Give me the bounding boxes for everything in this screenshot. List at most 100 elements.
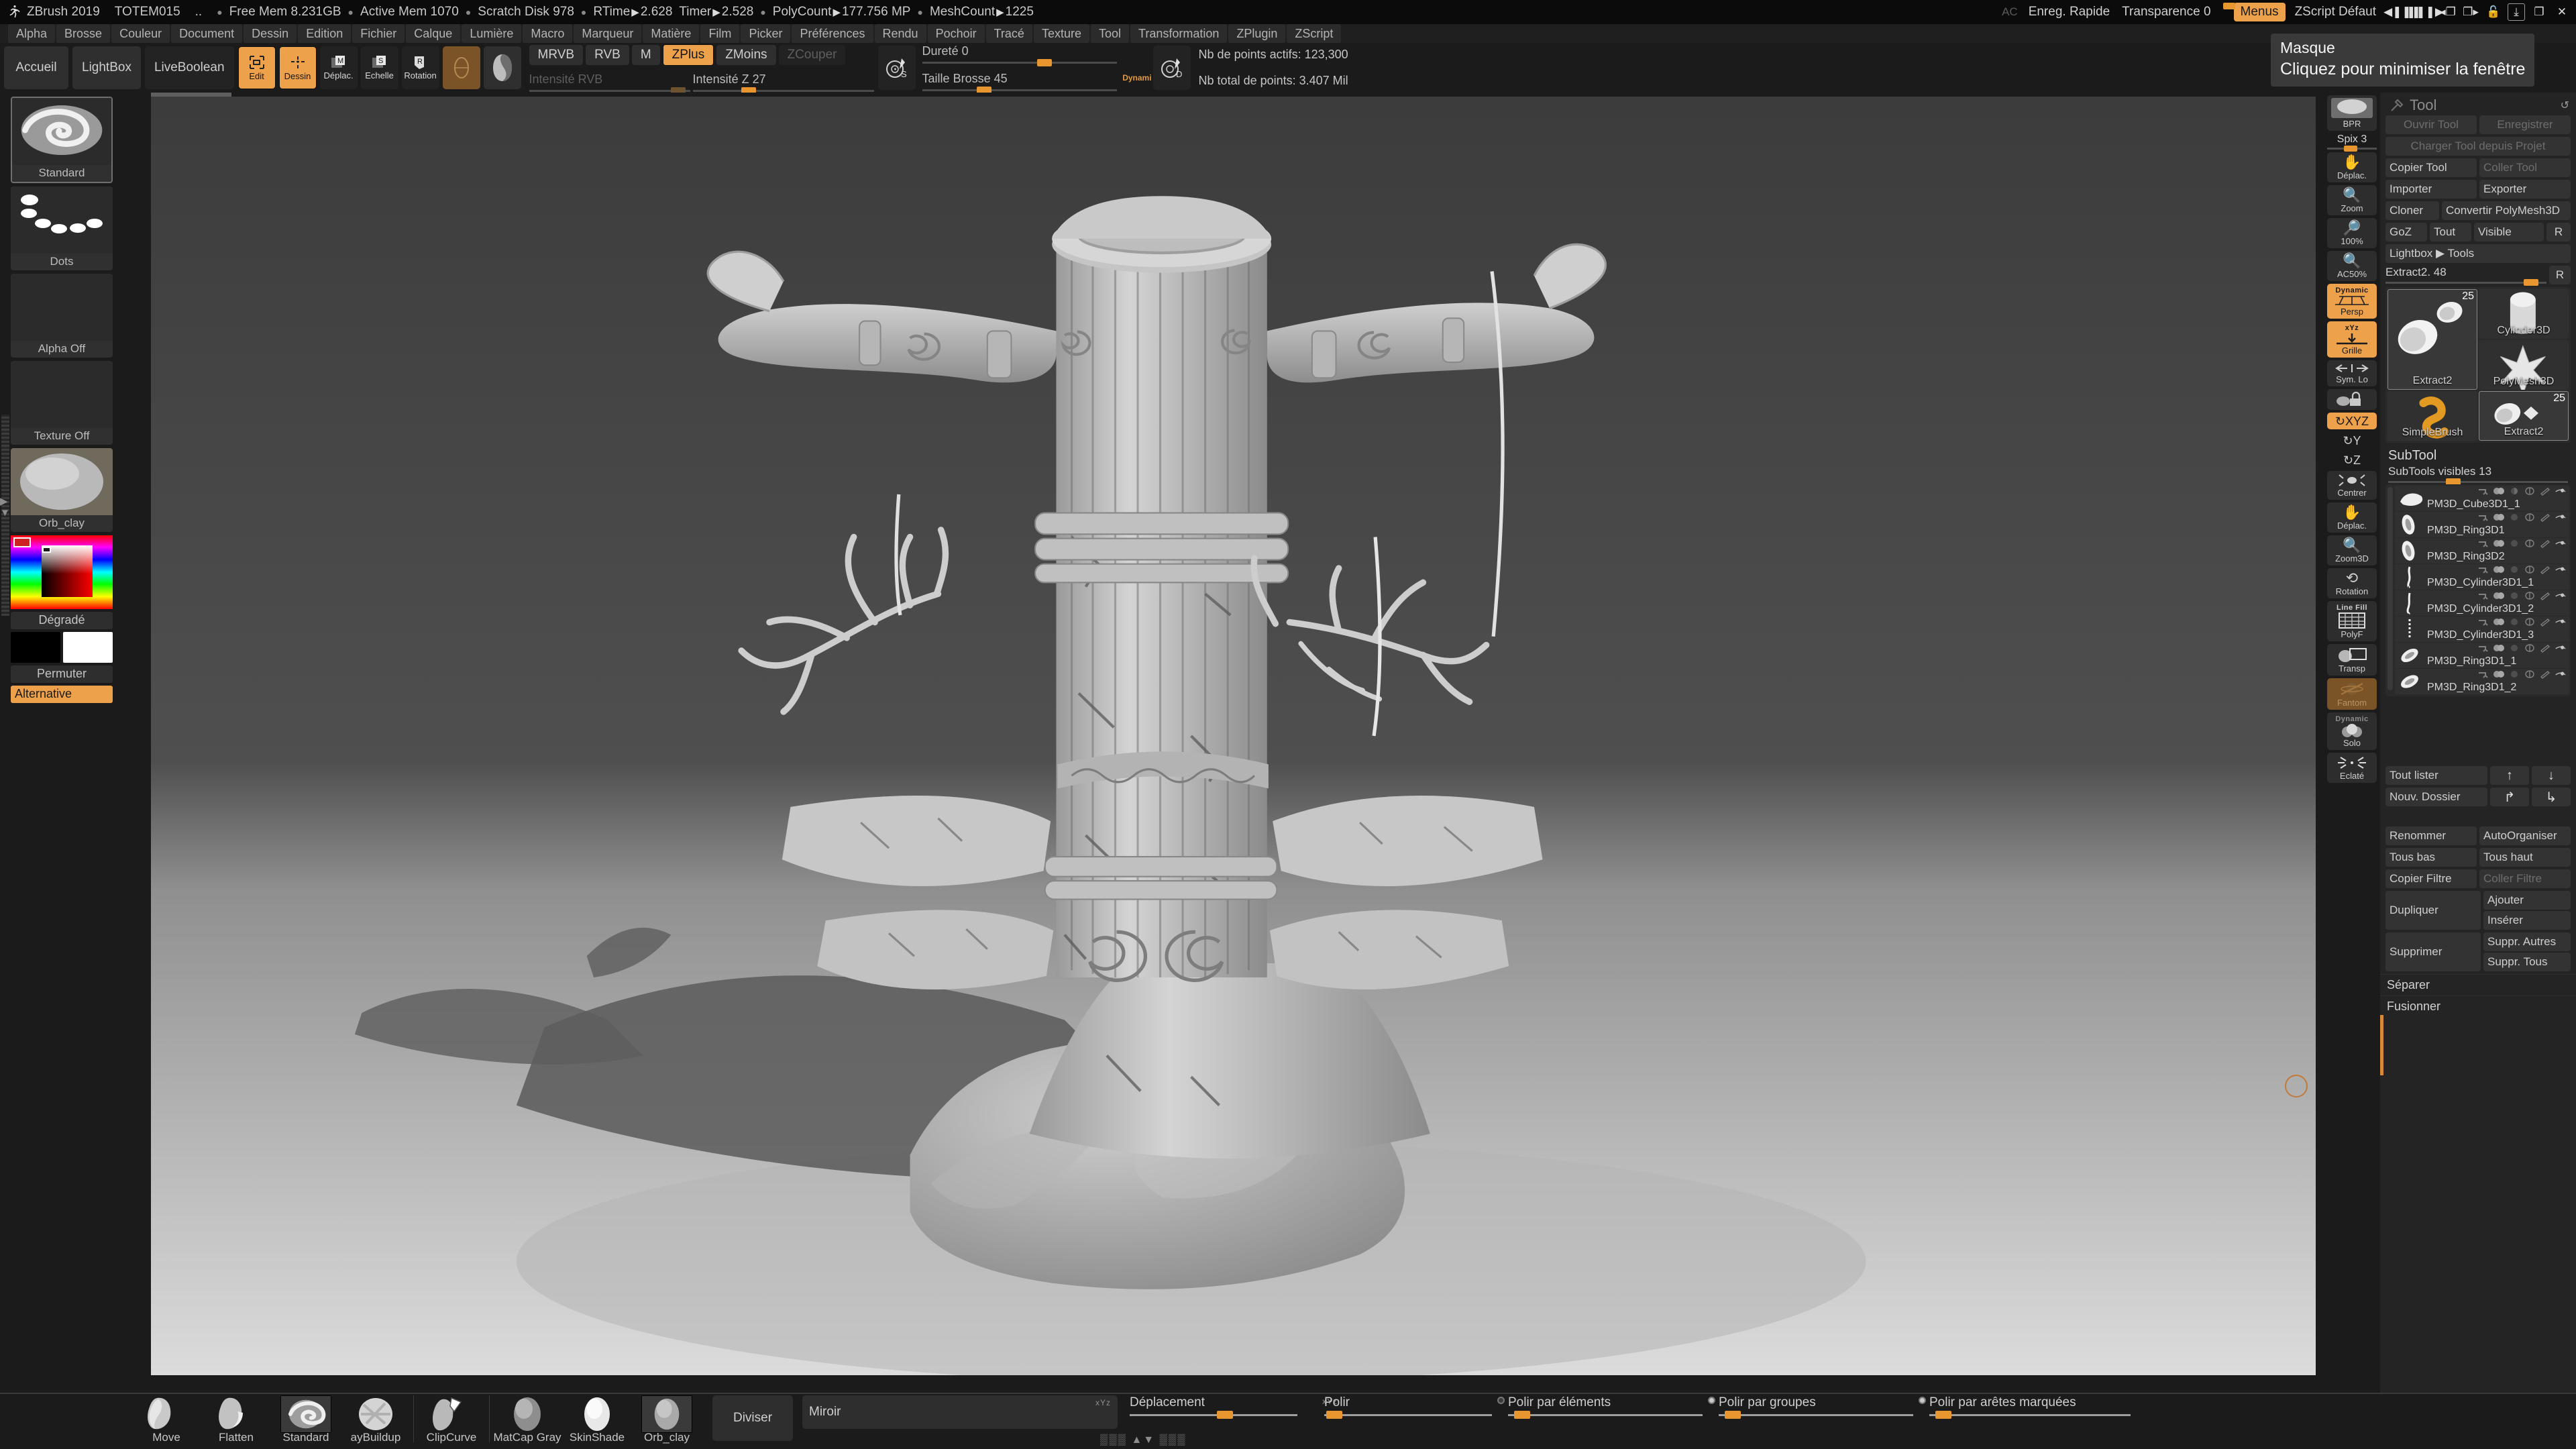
subtool-row[interactable]: PM3D_Ring3D1 — [2395, 512, 2569, 537]
menu-trace[interactable]: Tracé — [985, 24, 1032, 43]
subtool-shade-icon[interactable] — [2508, 592, 2520, 600]
subtool-row-icons[interactable] — [2477, 566, 2567, 574]
subtool-row[interactable]: PM3D_Ring3D1_2 — [2395, 669, 2569, 694]
subtool-row[interactable]: PM3D_Cylinder3D1_2 — [2395, 590, 2569, 616]
extract-slider-knob[interactable] — [2524, 279, 2539, 286]
subtool-shade-icon[interactable] — [2508, 670, 2520, 679]
extract-slider-track[interactable] — [2385, 279, 2546, 286]
menu-document[interactable]: Document — [171, 24, 243, 43]
subtool-half-icon[interactable] — [2524, 618, 2536, 627]
viewport-canvas[interactable] — [151, 97, 2316, 1375]
center-button[interactable]: Centrer — [2327, 471, 2377, 500]
menu-couleur[interactable]: Couleur — [111, 24, 170, 43]
subtool-arrow-icon[interactable] — [2477, 592, 2489, 600]
polish-by-features-slider[interactable]: Polir par éléments — [1497, 1395, 1703, 1419]
subtool-shade-icon[interactable] — [2508, 566, 2520, 574]
subtool-row[interactable]: PM3D_Cube3D1_1 — [2395, 486, 2569, 511]
ghost-button[interactable]: Fantom — [2327, 678, 2377, 710]
mirror-axis-tag[interactable]: xYz — [1095, 1398, 1111, 1407]
material-cell[interactable]: Orb_clay — [11, 448, 113, 532]
menu-zplugin[interactable]: ZPlugin — [1228, 24, 1286, 43]
gradient-button[interactable]: Dégradé — [11, 612, 113, 629]
polish-edges-track[interactable] — [1929, 1411, 2131, 1419]
polish-groups-knob[interactable] — [1724, 1411, 1741, 1419]
subtool-eye-icon[interactable] — [2555, 566, 2567, 574]
subtool-paint-icon[interactable] — [2539, 618, 2551, 627]
delete-button[interactable]: Supprimer — [2385, 932, 2481, 971]
subtool-arrow-icon[interactable] — [2477, 644, 2489, 653]
subtool-paint-icon[interactable] — [2539, 487, 2551, 496]
polish-slider[interactable]: Polir — [1324, 1395, 1492, 1419]
load-tool-from-project-button[interactable]: Charger Tool depuis Projet — [2385, 137, 2571, 156]
subtool-row[interactable]: PM3D_Ring3D1_1 — [2395, 643, 2569, 668]
subtool-eye-icon[interactable] — [2555, 670, 2567, 679]
subtool-half-icon[interactable] — [2524, 670, 2536, 679]
tool-cell-polymesh3d[interactable]: PolyMesh3D — [2479, 340, 2569, 390]
alpha-preview-button[interactable] — [442, 46, 480, 89]
paste-filter-button[interactable]: Coller Filtre — [2479, 869, 2571, 888]
subtool-fill-icon[interactable] — [2493, 644, 2505, 653]
subtool-shade-icon[interactable] — [2508, 618, 2520, 627]
subtool-fill-icon[interactable] — [2493, 566, 2505, 574]
restore-window-button[interactable]: ❐ — [2530, 3, 2548, 21]
subtool-arrow-icon[interactable] — [2477, 618, 2489, 627]
subtool-paint-icon[interactable] — [2539, 513, 2551, 522]
saturation-value-square[interactable] — [41, 545, 93, 598]
close-window-button[interactable]: ✕ — [2553, 3, 2571, 21]
menu-macro[interactable]: Macro — [523, 24, 573, 43]
subtool-row-icons[interactable] — [2477, 670, 2567, 679]
duplicate-insert-button[interactable]: Insérer — [2483, 911, 2571, 930]
export-button[interactable]: Exporter — [2479, 180, 2571, 199]
clone-button[interactable]: Cloner — [2385, 201, 2439, 220]
rotation-button[interactable]: R Rotation — [401, 46, 439, 89]
grid-button[interactable]: xYz Grille — [2327, 321, 2377, 358]
refresh-icon[interactable]: ↺ — [2561, 99, 2569, 112]
subtool-half-icon[interactable] — [2524, 513, 2536, 522]
menu-pochoir[interactable]: Pochoir — [927, 24, 985, 43]
polish-groups-track[interactable] — [1719, 1411, 1913, 1419]
tool-cell-extract2-large[interactable]: 25 Extract2 — [2387, 289, 2477, 390]
bottom-brush-claybuildup[interactable]: ayBuildup — [341, 1395, 411, 1444]
duplicate-append-button[interactable]: Ajouter — [2483, 891, 2571, 910]
rotation3d-button[interactable]: ⟲ Rotation — [2327, 568, 2377, 598]
menu-texture[interactable]: Texture — [1033, 24, 1089, 43]
material-preview-button[interactable] — [483, 46, 521, 89]
tray-collapse-icon[interactable]: ▶ ▼ — [0, 495, 10, 519]
lightbox-tools-button[interactable]: Lightbox ▶ Tools — [2385, 244, 2571, 263]
transparency-knob[interactable] — [2222, 3, 2235, 9]
zplus-button[interactable]: ZPlus — [662, 44, 714, 66]
all-high-button[interactable]: Tous haut — [2479, 848, 2571, 867]
menu-tool[interactable]: Tool — [1090, 24, 1129, 43]
bottom-brush-clipcurve[interactable]: ClipCurve — [417, 1395, 486, 1444]
bottom-brush-move[interactable]: Move — [131, 1395, 201, 1444]
rgb-intensity-track[interactable] — [529, 87, 690, 95]
move-down-button[interactable]: ↓ — [2532, 766, 2571, 785]
menu-film[interactable]: Film — [700, 24, 740, 43]
list-all-button[interactable]: Tout lister — [2385, 766, 2487, 785]
accueil-button[interactable]: Accueil — [4, 46, 68, 89]
subtool-paint-icon[interactable] — [2539, 539, 2551, 548]
subtool-arrow-icon[interactable] — [2477, 487, 2489, 496]
bottom-material-orb-clay[interactable]: Orb_clay — [632, 1395, 702, 1444]
zoom-button[interactable]: 🔍 Zoom — [2327, 185, 2377, 215]
tool-cell-cylinder3d[interactable]: Cylinder3D — [2479, 289, 2569, 339]
convert-polymesh3d-button[interactable]: Convertir PolyMesh3D — [2442, 201, 2571, 220]
rvb-button[interactable]: RVB — [586, 44, 629, 65]
delete-others-button[interactable]: Suppr. Autres — [2483, 932, 2571, 951]
color-picker[interactable] — [11, 535, 113, 609]
polish-knob[interactable] — [1326, 1411, 1342, 1419]
brush-size-slider[interactable]: Taille Brosse 45 Dynami — [922, 72, 1152, 94]
subtool-fill-icon[interactable] — [2493, 487, 2505, 496]
menu-preferences[interactable]: Préférences — [792, 24, 873, 43]
polish-features-radio[interactable] — [1497, 1397, 1505, 1404]
zoom-100-button[interactable]: 🔎 100% — [2327, 218, 2377, 248]
bottom-brush-standard[interactable]: Standard — [271, 1395, 341, 1444]
subtool-arrow-icon[interactable] — [2477, 513, 2489, 522]
import-button[interactable]: Importer — [2385, 180, 2477, 199]
polish-track[interactable] — [1324, 1411, 1492, 1419]
rgb-intensity-slider[interactable]: Intensité RVB — [529, 72, 690, 95]
subtool-paint-icon[interactable] — [2539, 566, 2551, 574]
subtool-half-icon[interactable] — [2524, 566, 2536, 574]
zmoins-button[interactable]: ZMoins — [716, 44, 776, 65]
polish-groups-radio[interactable] — [1708, 1397, 1715, 1404]
